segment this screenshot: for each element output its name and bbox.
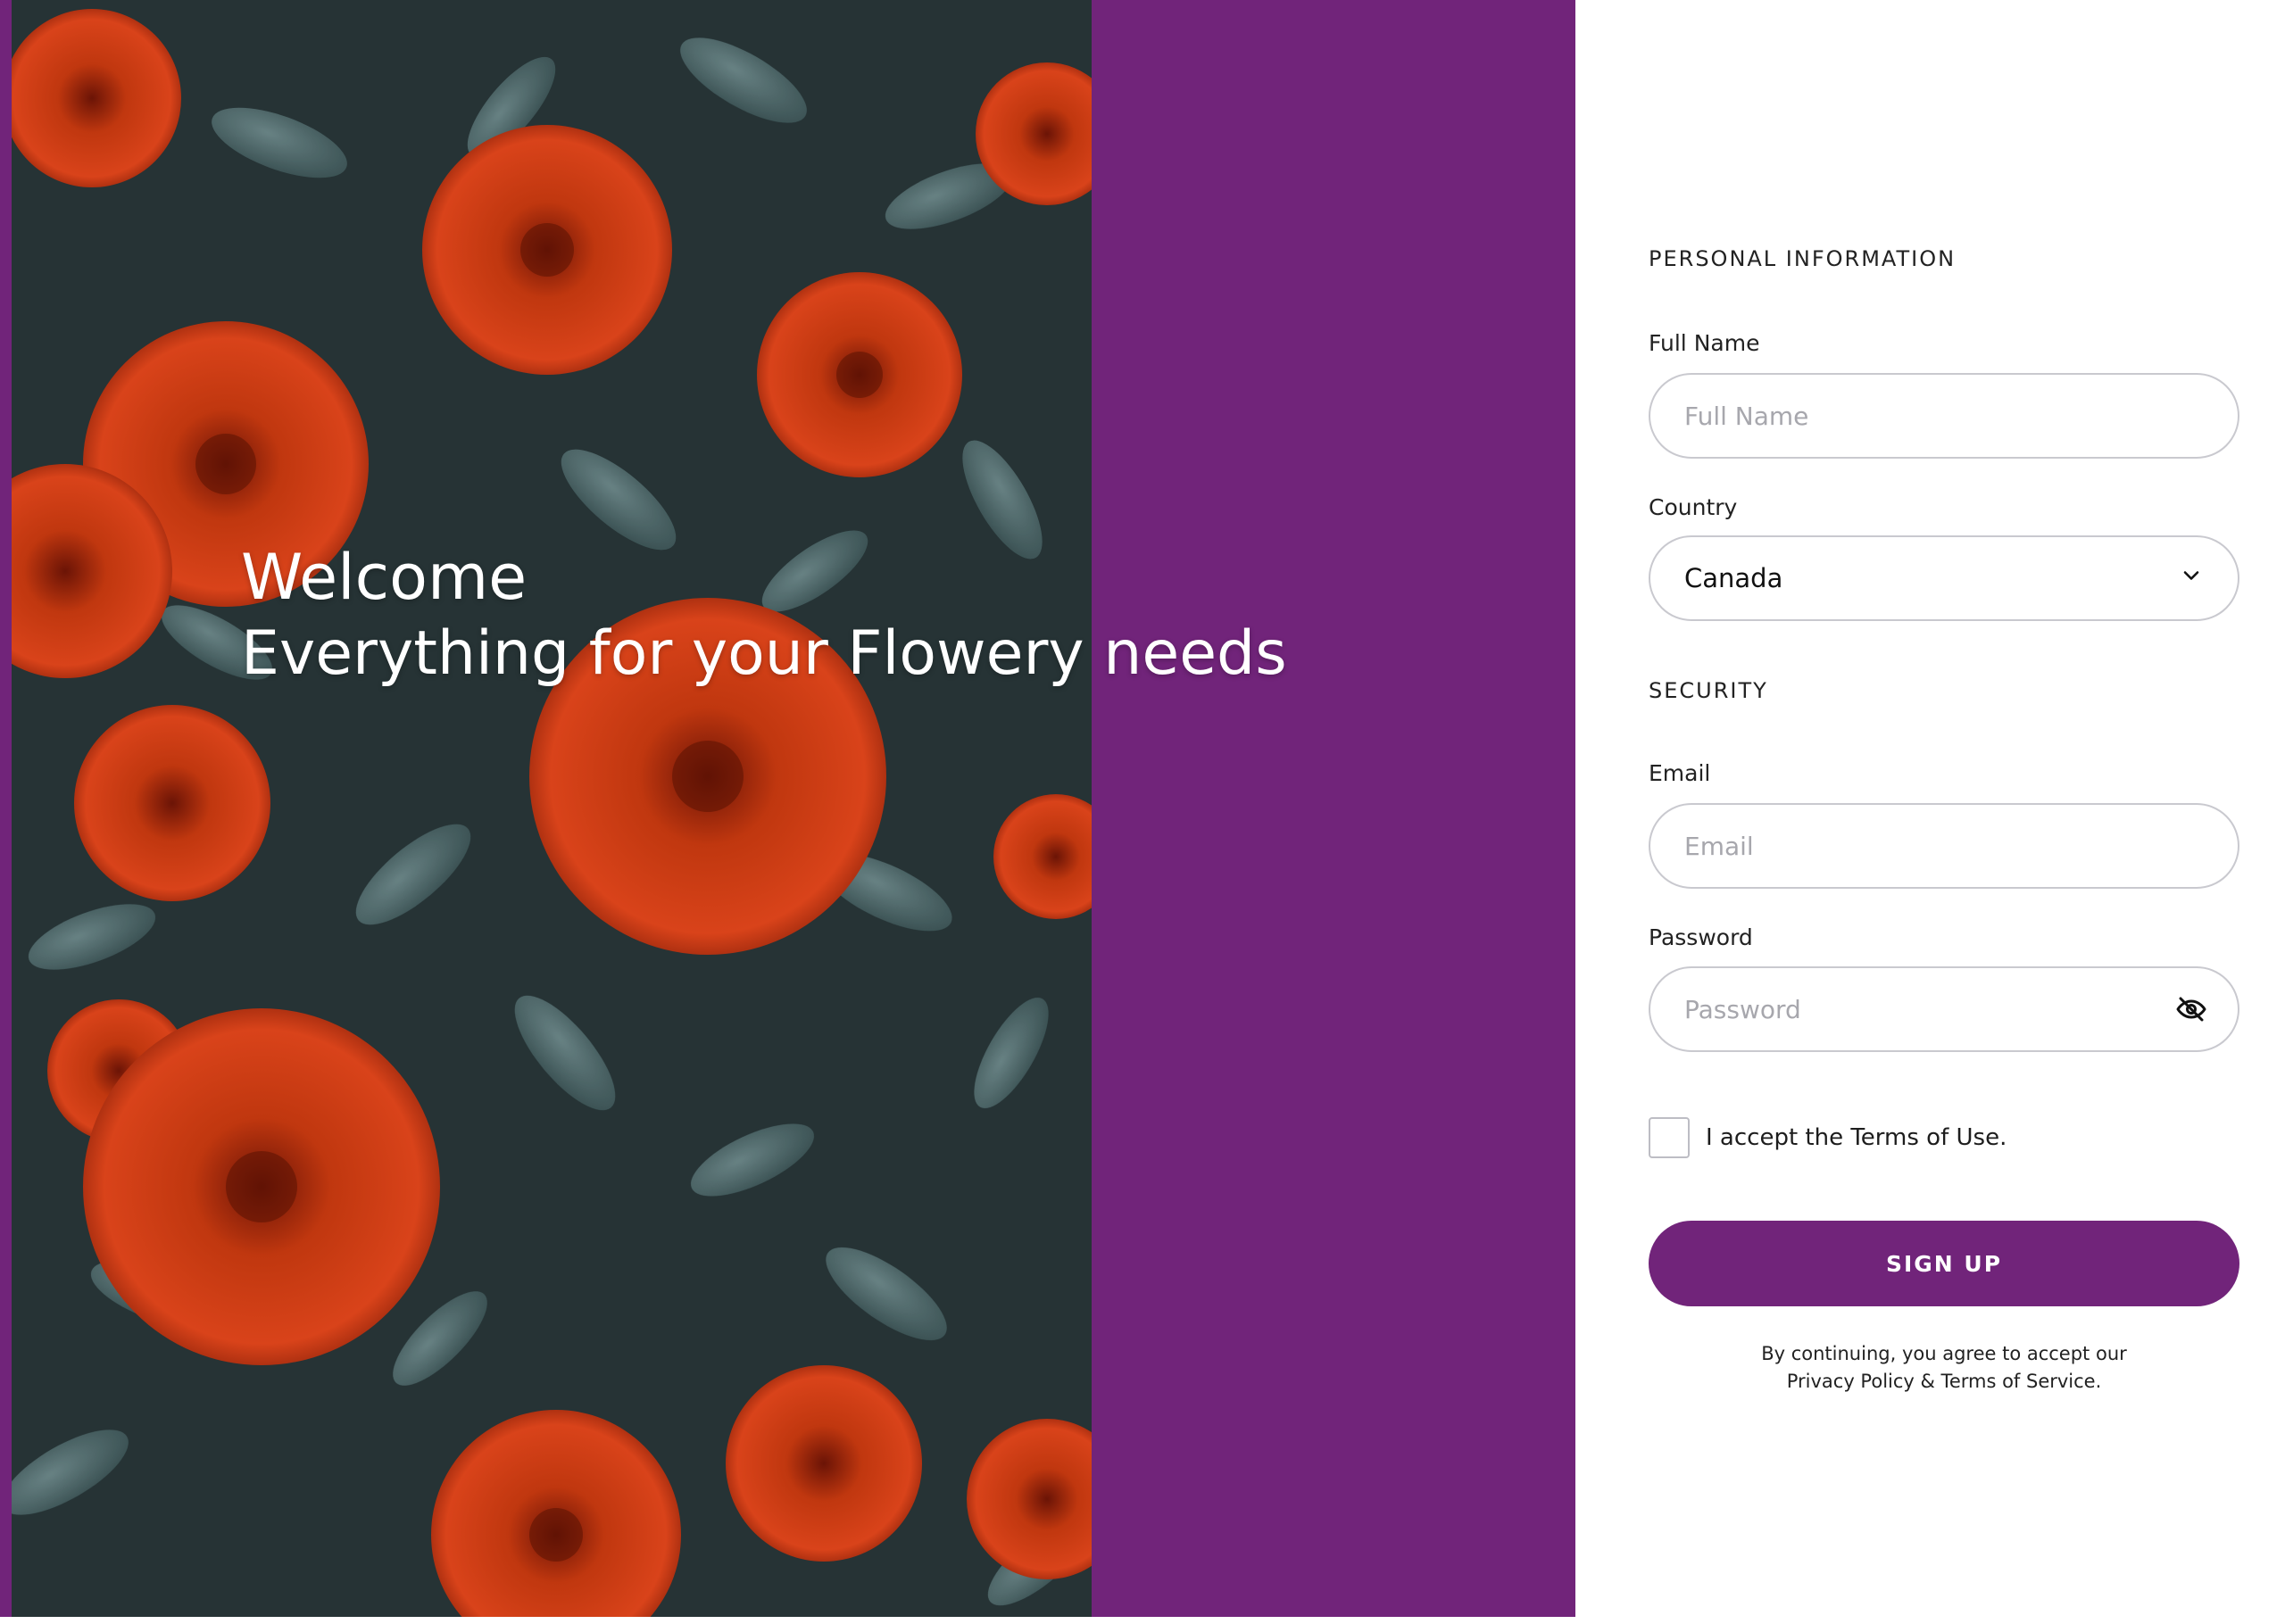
country-select[interactable]: Canada [1649,535,2239,621]
terms-checkbox[interactable] [1649,1117,1690,1158]
roses-background-image [12,0,1092,1617]
bottom-edge [0,1617,2285,1624]
password-label: Password [1649,924,1753,950]
full-name-label: Full Name [1649,330,1760,356]
password-field [1649,966,2239,1052]
left-accent-strip [0,0,12,1617]
email-input[interactable] [1649,803,2239,889]
hero-tagline: Everything for your Flowery needs [241,618,1287,689]
purple-accent-panel [1092,0,1575,1617]
country-selected-value: Canada [1684,563,1783,593]
personal-information-heading: PERSONAL INFORMATION [1649,246,1957,271]
terms-row: I accept the Terms of Use. [1649,1117,2007,1158]
full-name-input[interactable] [1649,373,2239,459]
password-input[interactable] [1649,966,2239,1052]
hero-text: Welcome Everything for your Flowery need… [241,539,1287,692]
hero-welcome: Welcome [241,541,528,614]
sign-up-button[interactable]: SIGN UP [1649,1221,2239,1306]
email-label: Email [1649,760,1711,786]
legal-notice: By continuing, you agree to accept our P… [1649,1340,2239,1396]
chevron-down-icon [2179,563,2204,594]
country-label: Country [1649,494,1738,520]
legal-line-2[interactable]: Privacy Policy & Terms of Service. [1649,1368,2239,1396]
eye-off-icon[interactable] [2175,993,2207,1025]
security-heading: SECURITY [1649,678,1768,703]
legal-line-1: By continuing, you agree to accept our [1761,1343,2127,1364]
terms-label[interactable]: I accept the Terms of Use. [1706,1124,2007,1151]
